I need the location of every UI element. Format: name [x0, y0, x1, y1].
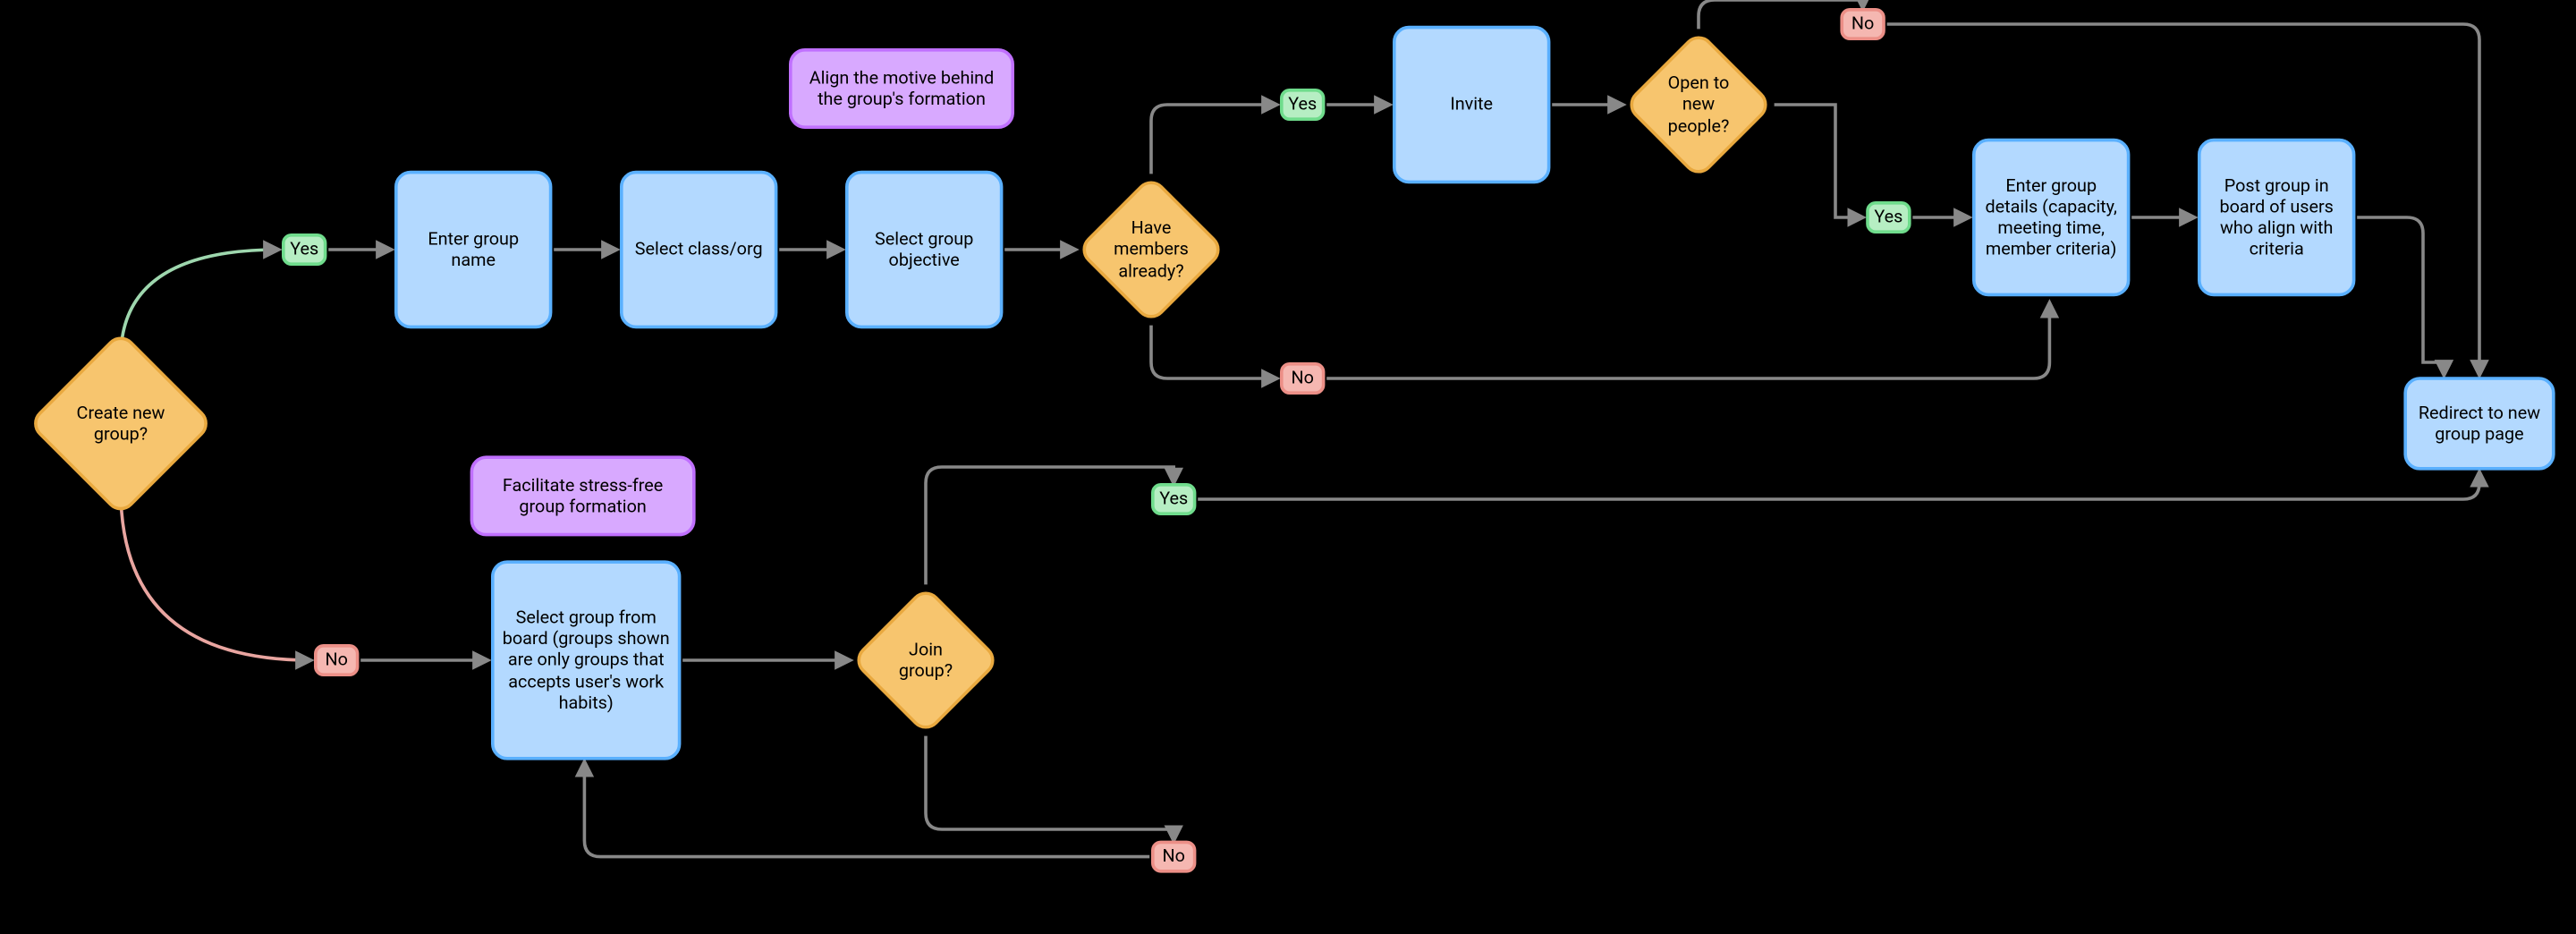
process-enter-group-details: Enter group details (capacity, meeting t… — [1972, 139, 2130, 296]
branch-no-join: No — [1151, 841, 1196, 873]
decision-label: Join group? — [873, 607, 979, 714]
decision-label: Open to new people? — [1646, 52, 1752, 158]
note-facilitate: Facilitate stress-free group formation — [470, 455, 696, 536]
decision-join-group: Join group? — [873, 607, 979, 714]
process-invite: Invite — [1393, 26, 1550, 183]
decision-label: Have members already? — [1098, 197, 1205, 303]
decision-create-new-group: Create new group? — [55, 358, 187, 490]
process-select-class-org: Select class/org — [620, 171, 777, 328]
process-select-group-objective: Select group objective — [845, 171, 1003, 328]
note-align-motive: Align the motive behind the group's form… — [789, 48, 1014, 129]
process-post-group-board: Post group in board of users who align w… — [2198, 139, 2355, 296]
edges-layer — [0, 0, 2576, 934]
branch-yes-create: Yes — [282, 234, 326, 266]
branch-yes-open: Yes — [1866, 201, 1911, 234]
branch-yes-join: Yes — [1151, 483, 1196, 515]
decision-have-members: Have members already? — [1098, 197, 1205, 303]
process-select-group-board: Select group from board (groups shown ar… — [491, 560, 681, 760]
process-redirect-new-group: Redirect to new group page — [2403, 377, 2555, 470]
flowchart-canvas: Create new group? Yes Enter group name S… — [0, 0, 2576, 934]
process-enter-group-name: Enter group name — [394, 171, 552, 328]
branch-yes-have-members: Yes — [1280, 89, 1325, 121]
branch-no-open: No — [1840, 8, 1885, 40]
decision-label: Create new group? — [55, 358, 187, 490]
branch-no-have-members: No — [1280, 362, 1325, 395]
decision-open-to-new: Open to new people? — [1646, 52, 1752, 158]
branch-no-create: No — [314, 644, 359, 676]
